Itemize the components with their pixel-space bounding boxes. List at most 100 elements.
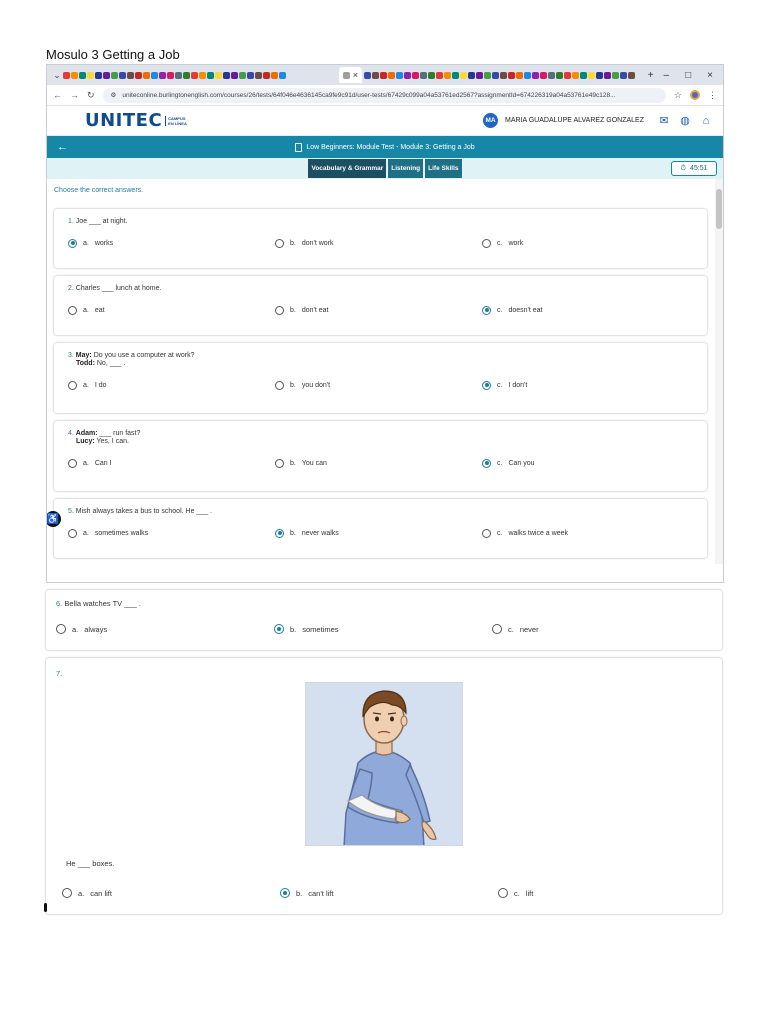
tab-favicon-icon[interactable]: [103, 71, 110, 79]
tab-favicon-icon[interactable]: [603, 71, 611, 79]
radio-icon[interactable]: [56, 624, 66, 634]
tab-favicon-icon[interactable]: [483, 71, 491, 79]
tab-favicon-icon[interactable]: [175, 71, 182, 79]
tab-favicon-icon[interactable]: [427, 71, 435, 79]
tab-favicon-icon[interactable]: [547, 71, 555, 79]
answer-option[interactable]: a. I do: [68, 380, 275, 390]
radio-selected-icon[interactable]: [275, 528, 284, 538]
tab-favicon-icon[interactable]: [63, 71, 70, 79]
tab-favicon-icon[interactable]: [111, 71, 118, 79]
tab-search-chevron-icon[interactable]: ⌄: [51, 70, 63, 81]
tab-favicon-icon[interactable]: [207, 71, 214, 79]
answer-option[interactable]: c. doesn't eat: [482, 305, 689, 315]
back-arrow-icon[interactable]: ←: [53, 90, 62, 100]
radio-icon[interactable]: [62, 888, 72, 898]
tab-favicon-icon[interactable]: [127, 71, 134, 79]
radio-selected-icon[interactable]: [482, 305, 491, 315]
tab-favicon-icon[interactable]: [387, 71, 395, 79]
active-tab[interactable]: ×: [338, 67, 362, 83]
radio-icon[interactable]: [482, 528, 491, 538]
answer-option[interactable]: c. lift: [498, 888, 716, 898]
tab-favicon-icon[interactable]: [363, 71, 371, 79]
user-name[interactable]: MARIA GUADALUPE ALVAREZ GONZALEZ: [505, 117, 644, 124]
tab-favicon-icon[interactable]: [459, 71, 467, 79]
tab-favicon-icon[interactable]: [279, 71, 286, 79]
tab-favicon-icon[interactable]: [563, 71, 571, 79]
tab-favicon-icon[interactable]: [411, 71, 419, 79]
tab-vocabulary-grammar[interactable]: Vocabulary & Grammar: [308, 159, 387, 178]
tab-favicon-icon[interactable]: [71, 71, 78, 79]
tab-favicon-icon[interactable]: [87, 71, 94, 79]
tab-favicon-icon[interactable]: [475, 71, 483, 79]
answer-option[interactable]: b. can't lift: [280, 888, 498, 898]
tab-favicon-icon[interactable]: [223, 71, 230, 79]
maximize-button[interactable]: □: [685, 70, 691, 81]
tab-favicon-icon[interactable]: [451, 71, 459, 79]
tab-favicon-icon[interactable]: [95, 71, 102, 79]
answer-option[interactable]: a. always: [56, 624, 274, 634]
radio-icon[interactable]: [68, 528, 77, 538]
radio-icon[interactable]: [68, 380, 77, 390]
tab-favicon-icon[interactable]: [167, 71, 174, 79]
tab-favicon-icon[interactable]: [191, 71, 198, 79]
radio-icon[interactable]: [492, 624, 502, 634]
new-tab-button[interactable]: +: [638, 70, 664, 81]
tab-favicon-icon[interactable]: [263, 71, 270, 79]
tab-life-skills[interactable]: Life Skills: [425, 159, 462, 178]
answer-option[interactable]: b. don't eat: [275, 305, 482, 315]
tab-favicon-icon[interactable]: [507, 71, 515, 79]
radio-selected-icon[interactable]: [274, 624, 284, 634]
tab-favicon-icon[interactable]: [403, 71, 411, 79]
answer-option[interactable]: c. walks twice a week: [482, 528, 689, 538]
radio-selected-icon[interactable]: [482, 380, 491, 390]
answer-option[interactable]: b. you don't: [275, 380, 482, 390]
globe-icon[interactable]: ◍: [678, 114, 692, 127]
answer-option[interactable]: b. You can: [275, 458, 482, 468]
tab-favicon-icon[interactable]: [395, 71, 403, 79]
site-settings-icon[interactable]: ⚙: [111, 91, 117, 99]
radio-icon[interactable]: [68, 305, 77, 315]
answer-option[interactable]: c. never: [492, 624, 710, 634]
tab-favicon-icon[interactable]: [135, 71, 142, 79]
unitec-logo[interactable]: UNITEC CAMPUS EN LÍNEA: [85, 110, 187, 131]
home-icon[interactable]: ⌂: [699, 115, 713, 127]
bookmark-star-icon[interactable]: ☆: [674, 90, 682, 101]
tab-favicon-icon[interactable]: [271, 71, 278, 79]
tab-favicon-icon[interactable]: [79, 71, 86, 79]
tab-favicon-icon[interactable]: [143, 71, 150, 79]
radio-icon[interactable]: [68, 458, 77, 468]
browser-menu-icon[interactable]: ⋮: [708, 90, 717, 101]
tab-favicon-icon[interactable]: [199, 71, 206, 79]
back-arrow-icon[interactable]: ←: [57, 141, 68, 153]
tab-favicon-icon[interactable]: [183, 71, 190, 79]
tab-favicon-icon[interactable]: [579, 71, 587, 79]
radio-icon[interactable]: [482, 238, 491, 248]
answer-option[interactable]: b. never walks: [275, 528, 482, 538]
radio-icon[interactable]: [275, 238, 284, 248]
url-field[interactable]: ⚙ uniteconline.burlingtonenglish.com/cou…: [102, 87, 666, 103]
tab-favicon-icon[interactable]: [555, 71, 563, 79]
tab-favicon-icon[interactable]: [215, 71, 222, 79]
answer-option[interactable]: c. Can you: [482, 458, 689, 468]
tab-favicon-icon[interactable]: [255, 71, 262, 79]
tab-close-icon[interactable]: ×: [353, 70, 358, 80]
tab-favicon-icon[interactable]: [239, 71, 246, 79]
answer-option[interactable]: a. sometimes walks: [68, 528, 275, 538]
answer-option[interactable]: a. can lift: [62, 888, 280, 898]
tab-favicon-icon[interactable]: [539, 71, 547, 79]
tab-favicon-icon[interactable]: [523, 71, 531, 79]
answer-option[interactable]: c. I don't: [482, 380, 689, 390]
tab-favicon-icon[interactable]: [119, 71, 126, 79]
tab-favicon-icon[interactable]: [595, 71, 603, 79]
tab-favicon-icon[interactable]: [491, 71, 499, 79]
tab-favicon-icon[interactable]: [627, 71, 635, 79]
profile-avatar-icon[interactable]: [690, 90, 700, 100]
tab-favicon-icon[interactable]: [531, 71, 539, 79]
tab-favicon-icon[interactable]: [619, 71, 627, 79]
answer-option[interactable]: b. sometimes: [274, 624, 492, 634]
tab-favicon-icon[interactable]: [159, 71, 166, 79]
answer-option[interactable]: c. work: [482, 238, 689, 248]
tab-favicon-icon[interactable]: [499, 71, 507, 79]
answer-option[interactable]: b. don't work: [275, 238, 482, 248]
tab-favicon-icon[interactable]: [587, 71, 595, 79]
